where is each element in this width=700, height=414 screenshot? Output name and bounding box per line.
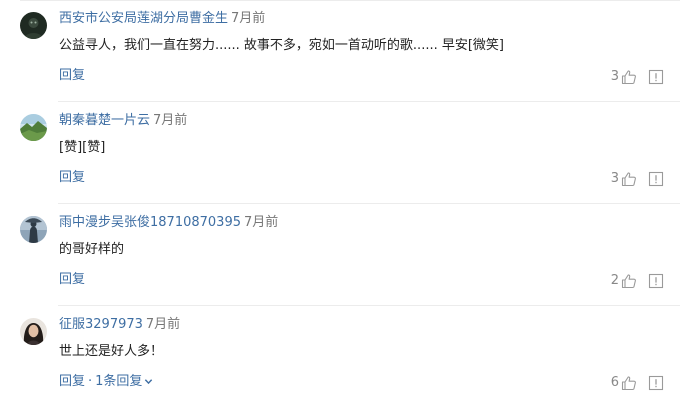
view-replies-button[interactable]: 1条回复 xyxy=(95,374,153,389)
comment-text: [赞][赞] xyxy=(59,140,106,155)
comment-username[interactable]: 朝秦暮楚一片云 xyxy=(59,113,150,128)
report-icon[interactable] xyxy=(648,273,664,289)
comment-time: 7月前 xyxy=(145,317,181,332)
avatar[interactable] xyxy=(20,12,47,39)
like-count: 3 xyxy=(610,171,619,186)
comment-username[interactable]: 雨中漫步吴张俊18710870395 xyxy=(59,215,241,230)
report-icon[interactable] xyxy=(648,69,664,85)
thumbs-up-icon[interactable] xyxy=(621,171,637,187)
comment-item: 朝秦暮楚一片云 7月前 [赞][赞] 回复 3 xyxy=(0,102,700,204)
comment-time: 7月前 xyxy=(243,215,279,230)
thumbs-up-icon[interactable] xyxy=(621,273,637,289)
reply-button[interactable]: 回复 xyxy=(59,374,85,389)
reply-button[interactable]: 回复 xyxy=(59,170,85,185)
comment-text: 世上还是好人多！ xyxy=(59,344,164,359)
comment-text: 公益寻人，我们一直在努力...... 故事不多，宛如一首动听的歌...... 早… xyxy=(59,38,504,53)
comment-username[interactable]: 西安市公安局莲湖分局曹金生 xyxy=(59,11,228,26)
comment-time: 7月前 xyxy=(231,11,266,26)
avatar[interactable] xyxy=(20,318,47,345)
like-count: 3 xyxy=(610,69,619,84)
comment-item: 西安市公安局莲湖分局曹金生 7月前 公益寻人，我们一直在努力...... 故事不多… xyxy=(0,0,700,102)
comment-time: 7月前 xyxy=(153,113,188,128)
comment-item: 征服3297973 7月前 世上还是好人多！ 回复 · 1条回复 6 xyxy=(0,306,700,414)
like-count: 6 xyxy=(610,375,619,390)
reply-button[interactable]: 回复 xyxy=(59,272,85,287)
comment-text: 的哥好样的 xyxy=(59,242,125,257)
avatar[interactable] xyxy=(20,114,47,141)
thumbs-up-icon[interactable] xyxy=(621,375,637,391)
reply-button[interactable]: 回复 xyxy=(59,68,85,83)
thumbs-up-icon[interactable] xyxy=(621,69,637,85)
report-icon[interactable] xyxy=(648,375,664,391)
comment-username[interactable]: 征服3297973 xyxy=(59,317,143,332)
comment-item: 雨中漫步吴张俊18710870395 7月前 的哥好样的 回复 2 xyxy=(0,204,700,306)
comment-list: 西安市公安局莲湖分局曹金生 7月前 公益寻人，我们一直在努力...... 故事不多… xyxy=(0,0,700,414)
like-count: 2 xyxy=(610,273,619,288)
avatar[interactable] xyxy=(20,216,47,243)
chevron-down-icon xyxy=(145,379,153,385)
separator-dot: · xyxy=(88,374,93,389)
view-replies-label: 1条回复 xyxy=(95,374,143,389)
report-icon[interactable] xyxy=(648,171,664,187)
